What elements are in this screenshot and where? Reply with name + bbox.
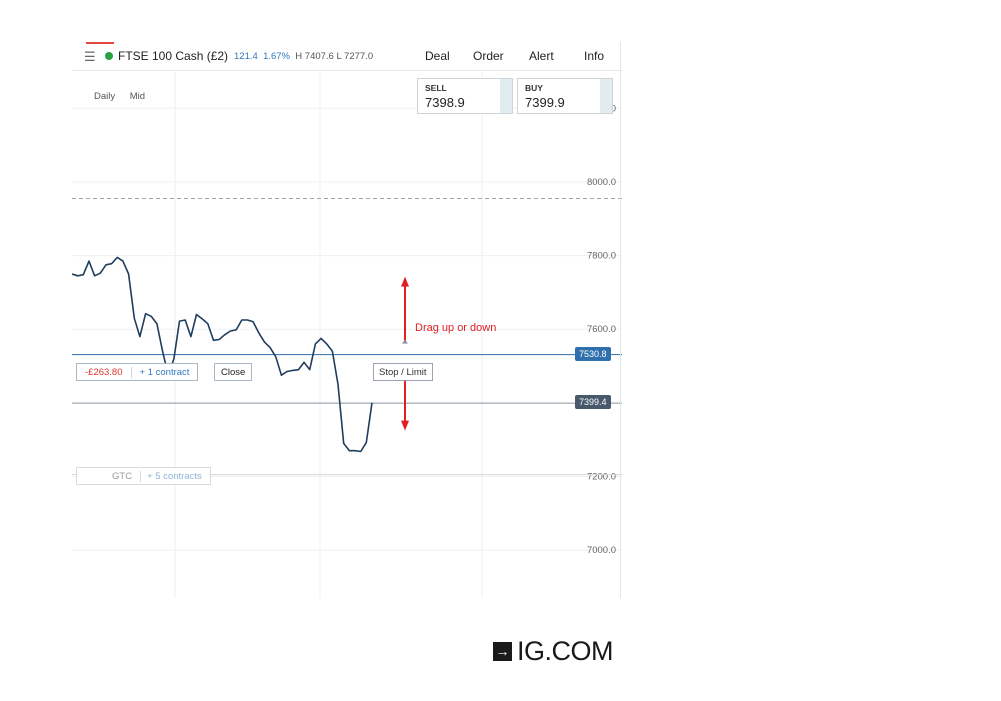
arrow-right-icon: → <box>493 642 512 661</box>
stop-limit-handle[interactable]: Stop / Limit <box>373 363 433 381</box>
position-size: + 1 contract <box>130 366 198 378</box>
drag-annotation: Drag up or down <box>415 322 497 334</box>
y-axis-label: 7600.0 <box>587 324 616 335</box>
brand-name: IG.COM <box>517 636 614 666</box>
current-price-tag: 7399.4 <box>575 395 611 410</box>
drag-arrowhead-down <box>401 420 409 431</box>
drag-arrowhead-up <box>401 276 409 287</box>
sell-price: 7398.9 <box>425 95 465 110</box>
handle-caret-up <box>402 339 408 344</box>
y-axis-label: 7800.0 <box>587 251 616 262</box>
position-price-tag: 7530.8 <box>575 346 611 361</box>
y-axis-label: 8000.0 <box>587 177 616 188</box>
buy-side-bar <box>600 79 612 113</box>
price-chart[interactable]: 8200.08000.07800.07600.07200.07000.0 <box>72 42 622 598</box>
y-axis-label: 7000.0 <box>587 545 616 556</box>
buy-button[interactable]: BUY 7399.9 <box>517 78 613 114</box>
buy-price: 7399.9 <box>525 95 565 110</box>
buy-label: BUY <box>525 83 543 93</box>
order-size: + 5 contracts <box>140 470 208 482</box>
panel-border <box>620 42 621 598</box>
sell-button[interactable]: SELL 7398.9 <box>417 78 513 114</box>
chart-panel: ☰ FTSE 100 Cash (£2) 121.4 1.67% H 7407.… <box>72 42 622 598</box>
sell-label: SELL <box>425 83 447 93</box>
position-pill[interactable]: -£263.80 + 1 contract <box>76 363 199 381</box>
y-axis-label: 7200.0 <box>587 471 616 482</box>
close-position-button[interactable]: Close <box>214 363 253 381</box>
position-pnl: -£263.80 <box>85 366 123 378</box>
ig-logo: → IG.COM <box>493 636 614 667</box>
working-order-pill[interactable]: GTC + 5 contracts <box>76 467 211 485</box>
order-type: GTC <box>112 470 133 482</box>
sell-side-bar <box>500 79 512 113</box>
